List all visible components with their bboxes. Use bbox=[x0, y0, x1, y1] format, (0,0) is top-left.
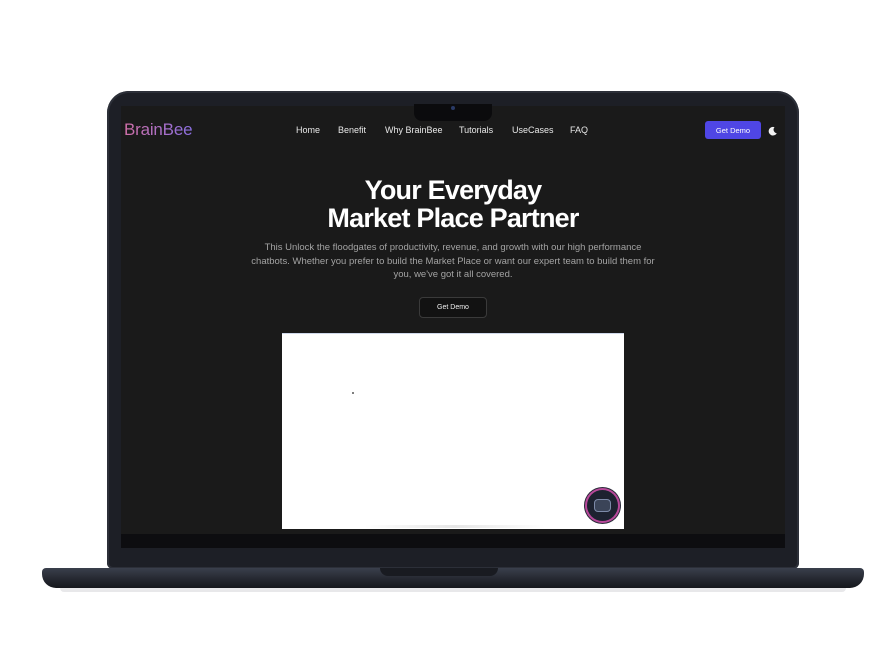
screen-bezel bbox=[121, 534, 785, 548]
preview-cursor bbox=[352, 392, 354, 394]
hero-title: Your Everyday Market Place Partner bbox=[252, 176, 654, 232]
nav-item-usecases[interactable]: UseCases bbox=[512, 125, 554, 135]
get-demo-header-button[interactable]: Get Demo bbox=[705, 121, 761, 139]
laptop-shadow bbox=[60, 588, 846, 592]
demo-preview-panel bbox=[282, 333, 624, 529]
hero-title-line1: Your Everyday bbox=[364, 175, 543, 205]
nav-item-home[interactable]: Home bbox=[296, 125, 320, 135]
nav-item-why-brainbee[interactable]: Why BrainBee bbox=[385, 125, 443, 135]
camera-icon bbox=[451, 106, 455, 110]
laptop-base-notch bbox=[380, 568, 498, 576]
nav-item-tutorials[interactable]: Tutorials bbox=[459, 125, 493, 135]
brand-logo[interactable]: BrainBee bbox=[124, 120, 193, 140]
chat-bot-icon[interactable] bbox=[587, 490, 618, 521]
nav-item-benefit[interactable]: Benefit bbox=[338, 125, 366, 135]
hero-title-line2: Market Place Partner bbox=[327, 203, 579, 233]
hero-subtitle: This Unlock the floodgates of productivi… bbox=[251, 242, 655, 280]
chat-bot-face bbox=[594, 499, 611, 512]
preview-divider bbox=[365, 525, 545, 528]
moon-icon[interactable] bbox=[767, 124, 778, 136]
nav-item-faq[interactable]: FAQ bbox=[570, 125, 588, 135]
get-demo-hero-button[interactable]: Get Demo bbox=[419, 297, 487, 318]
